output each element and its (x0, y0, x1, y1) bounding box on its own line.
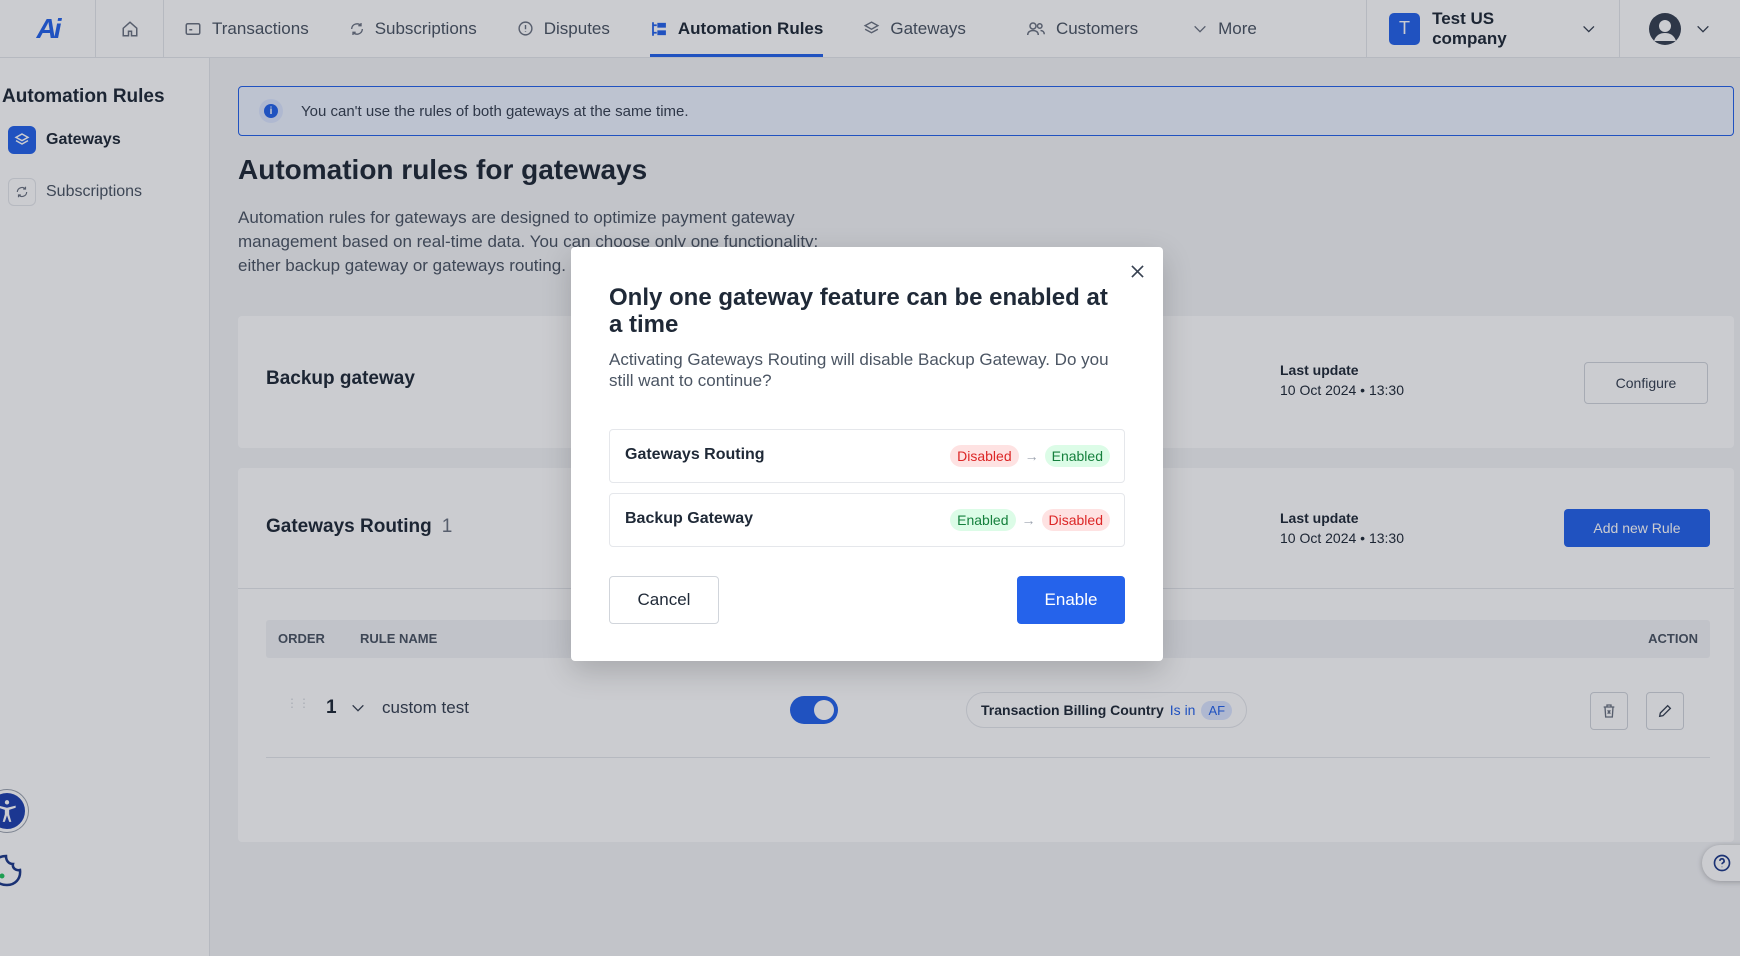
feature-state-change: Disabled → Enabled (950, 445, 1110, 467)
modal-description: Activating Gateways Routing will disable… (609, 350, 1109, 390)
close-button[interactable] (1127, 261, 1147, 281)
feature-state-change: Enabled → Disabled (950, 509, 1110, 531)
state-to-badge: Enabled (1044, 445, 1110, 467)
modal-title: Only one gateway feature can be enabled … (609, 284, 1108, 338)
state-to-badge: Disabled (1041, 509, 1110, 531)
close-icon (1130, 264, 1144, 278)
enable-button[interactable]: Enable (1017, 576, 1125, 624)
cancel-button[interactable]: Cancel (609, 576, 719, 624)
state-from-badge: Disabled (950, 445, 1019, 467)
confirm-modal: Only one gateway feature can be enabled … (571, 247, 1163, 661)
arrow-right-icon: → (1021, 512, 1036, 528)
state-from-badge: Enabled (950, 509, 1016, 531)
feature-row: Gateways Routing Disabled → Enabled (609, 429, 1125, 483)
arrow-right-icon: → (1024, 448, 1039, 464)
feature-name: Gateways Routing (625, 446, 765, 463)
feature-row: Backup Gateway Enabled → Disabled (609, 493, 1125, 547)
feature-name: Backup Gateway (625, 510, 754, 527)
